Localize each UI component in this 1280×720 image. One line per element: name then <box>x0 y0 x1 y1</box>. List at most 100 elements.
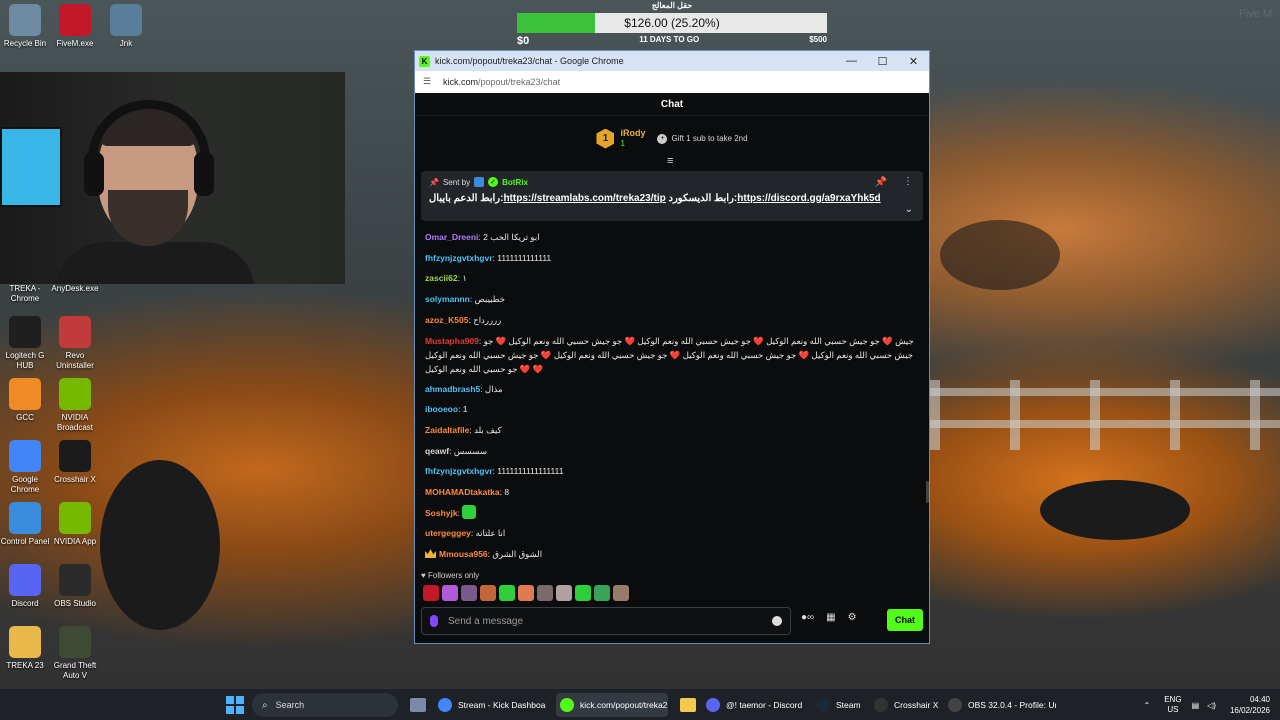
desktop-icon[interactable]: TREKA 23 <box>0 626 53 671</box>
desktop-icon-label: GCC <box>16 413 34 422</box>
desktop-icon[interactable]: FiveM.exe <box>47 4 103 49</box>
taskbar-app[interactable]: @! taemor - Discord <box>702 693 806 717</box>
chat-username[interactable]: Mustapha909 <box>425 336 479 346</box>
chat-username[interactable]: solymannn <box>425 294 470 304</box>
pinned-link-discord[interactable]: https://discord.gg/a9rxaYhk5d <box>737 193 880 204</box>
chat-username[interactable]: azoz_K505 <box>425 315 468 325</box>
quick-emote-icon[interactable] <box>518 585 534 601</box>
search-label: Search <box>275 700 305 710</box>
quick-emote-icon[interactable] <box>575 585 591 601</box>
window-titlebar[interactable]: K kick.com/popout/treka23/chat - Google … <box>415 51 929 71</box>
gift-icon: + <box>657 133 668 144</box>
taskbar-app[interactable]: Steam <box>812 693 864 717</box>
taskbar-app[interactable]: kick.com/popout/treka2 <box>556 693 668 717</box>
desktop-icon[interactable]: Recycle Bin <box>0 4 53 49</box>
send-chat-button[interactable]: Chat <box>887 609 923 631</box>
taskbar-app-label: Stream - Kick Dashboar <box>458 700 546 710</box>
desktop-icon[interactable]: Crosshair X <box>47 440 103 485</box>
volume-icon[interactable]: ◁) <box>1207 701 1216 710</box>
desktop-icon[interactable]: Discord <box>0 564 53 609</box>
emoji-picker-icon[interactable] <box>772 616 782 626</box>
collapse-icon[interactable]: ≡ <box>667 155 673 167</box>
taskbar-search[interactable]: ⌕ Search <box>252 693 398 717</box>
desktop-icon[interactable]: Logitech G HUB <box>0 316 53 371</box>
close-button[interactable]: ✕ <box>898 51 929 71</box>
desktop-icon[interactable]: TREKA - Chrome <box>0 284 53 304</box>
gift-prompt[interactable]: + Gift 1 sub to take 2nd <box>657 133 748 144</box>
url-path: /popout/treka23/chat <box>478 77 561 87</box>
chat-username[interactable]: MOHAMADtakatka <box>425 487 500 497</box>
start-button[interactable] <box>226 696 244 714</box>
taskbar-app[interactable]: OBS 32.0.4 - Profile: Unt <box>944 693 1056 717</box>
network-icon[interactable]: ▤ <box>1192 701 1200 710</box>
chat-message-input[interactable] <box>448 615 772 627</box>
language-indicator[interactable]: ENG US <box>1164 695 1181 715</box>
chat-text: 1111111111111111 <box>497 466 564 477</box>
site-info-icon[interactable]: ☰ <box>423 76 435 88</box>
settings-gear-icon[interactable]: ⚙ <box>848 612 857 623</box>
desktop-icon[interactable]: Google Chrome <box>0 440 53 495</box>
chat-username[interactable]: Mmousa956 <box>439 549 488 559</box>
clock[interactable]: 04:40 16/02/2026 <box>1230 694 1270 716</box>
chat-scrollbar[interactable] <box>926 481 929 503</box>
chat-message: Mustapha909: جيش ❤️ جو جيش حسبي الله ونع… <box>425 331 921 379</box>
desktop-icon[interactable]: Jnk <box>98 4 154 49</box>
pinned-link-streamlabs[interactable]: https://streamlabs.com/treka23/tip <box>503 193 665 204</box>
expand-icon[interactable]: ⌄ <box>905 204 913 215</box>
start-tile <box>226 696 234 704</box>
chat-text: 8 <box>504 487 510 498</box>
quick-emote-icon[interactable] <box>442 585 458 601</box>
pinned-message-text: رابط الدعم بايبال:https://streamlabs.com… <box>429 193 915 204</box>
chat-username[interactable]: Soshyjk <box>425 508 458 518</box>
address-bar[interactable]: ☰ kick.com/popout/treka23/chat <box>415 71 929 93</box>
gifter-name[interactable]: iRody <box>620 128 645 139</box>
show-hidden-icons-icon[interactable]: ⌃ <box>1144 701 1151 710</box>
taskbar-pinned-app[interactable] <box>406 693 426 717</box>
taskbar-app[interactable]: Crosshair X <box>870 693 938 717</box>
quick-emote-icon[interactable] <box>594 585 610 601</box>
quick-emote-icon[interactable] <box>461 585 477 601</box>
chat-username[interactable]: qeawf <box>425 446 449 456</box>
taskbar-app[interactable]: Stream - Kick Dashboar <box>434 693 546 717</box>
points-icon[interactable]: ●∞ <box>801 612 814 623</box>
quick-emote-icon[interactable] <box>480 585 496 601</box>
quick-emote-icon[interactable] <box>423 585 439 601</box>
desktop-icon[interactable]: Revo Uninstaller <box>47 316 103 371</box>
clock-date: 16/02/2026 <box>1229 706 1270 715</box>
taskbar-file-explorer[interactable] <box>676 693 696 717</box>
more-options-icon[interactable]: ⋮ <box>903 176 913 187</box>
store-icon[interactable]: ▦ <box>826 612 835 623</box>
minimize-button[interactable]: — <box>836 51 867 71</box>
quick-emote-icon[interactable] <box>537 585 553 601</box>
pinned-sender[interactable]: BotRix <box>502 178 528 187</box>
microphone-icon[interactable] <box>430 615 438 627</box>
chat-username[interactable]: ahmadbrash5 <box>425 384 480 394</box>
chat-input-box[interactable] <box>421 607 791 635</box>
chat-username[interactable]: fhfzynjzgvtxhgvr <box>425 253 493 263</box>
maximize-button[interactable]: ☐ <box>867 51 898 71</box>
desktop-icon[interactable]: Control Panel <box>0 502 53 547</box>
quick-emote-icon[interactable] <box>556 585 572 601</box>
desktop-icon[interactable]: OBS Studio <box>47 564 103 609</box>
quick-emote-icon[interactable] <box>613 585 629 601</box>
desktop-icon[interactable]: Grand Theft Auto V <box>47 626 103 681</box>
taskbar-app-label: Crosshair X <box>894 700 938 710</box>
desktop-icon[interactable]: NVIDIA App <box>47 502 103 547</box>
steam-icon <box>816 698 830 712</box>
chrome-icon <box>438 698 452 712</box>
chat-username[interactable]: zascii62 <box>425 273 458 283</box>
taskbar-app-label: OBS 32.0.4 - Profile: Unt <box>968 700 1056 710</box>
desktop-icon[interactable]: AnyDesk.exe <box>47 284 103 294</box>
chat-username[interactable]: fhfzynjzgvtxhgvr <box>425 466 493 476</box>
gift-prompt-text: Gift 1 sub to take 2nd <box>671 134 748 143</box>
chat-username[interactable]: Zaidaltafile <box>425 425 469 435</box>
pin-icon[interactable]: 📌 <box>875 177 887 188</box>
desktop-icon[interactable]: GCC <box>0 378 53 423</box>
streamer-beard <box>108 190 188 246</box>
chat-username[interactable]: ibooeoo <box>425 404 458 414</box>
chat-username[interactable]: utergeggey <box>425 528 471 538</box>
quick-emote-icon[interactable] <box>499 585 515 601</box>
desktop-icon[interactable]: NVIDIA Broadcast <box>47 378 103 433</box>
crosshair-icon <box>59 440 91 472</box>
chat-username[interactable]: Omar_Dreeni <box>425 232 478 242</box>
